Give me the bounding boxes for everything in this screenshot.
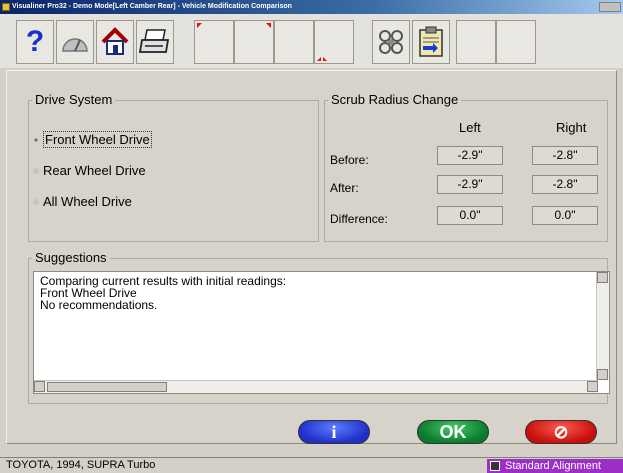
scroll-down-button[interactable] [597, 369, 608, 380]
suggestion-line: No recommendations. [40, 298, 158, 312]
ok-label: OK [439, 421, 467, 442]
marker-button-4[interactable] [314, 20, 354, 64]
radio-all-wheel-drive[interactable]: All Wheel Drive [33, 194, 132, 209]
radio-label-all: All Wheel Drive [43, 194, 132, 209]
clipboard-button[interactable] [412, 20, 450, 64]
blank-button-1[interactable] [456, 20, 496, 64]
radio-unselected-icon [33, 167, 39, 174]
clipboard-import-icon [419, 26, 443, 57]
suggestions-textarea[interactable]: Comparing current results with initial r… [33, 271, 610, 394]
info-button[interactable]: i [298, 420, 370, 444]
drive-system-title: Drive System [32, 92, 116, 107]
window-controls[interactable] [599, 2, 621, 12]
row-label-before: Before: [330, 153, 369, 167]
info-icon: i [331, 421, 337, 442]
marker-button-3[interactable] [274, 20, 314, 64]
horizontal-scroll-thumb[interactable] [47, 382, 167, 392]
before-right-value: -2.8" [532, 146, 598, 165]
after-left-value: -2.9" [437, 175, 503, 194]
home-icon [101, 27, 129, 55]
scroll-left-button[interactable] [34, 381, 45, 392]
difference-right-value: 0.0" [532, 206, 598, 225]
vertical-scrollbar[interactable] [596, 272, 609, 380]
radio-front-wheel-drive[interactable]: Front Wheel Drive [33, 131, 152, 148]
vehicle-status: TOYOTA, 1994, SUPRA Turbo [6, 459, 156, 471]
radio-label-rear: Rear Wheel Drive [43, 163, 146, 178]
scrub-radius-title: Scrub Radius Change [328, 92, 462, 107]
gauge-icon [62, 38, 88, 52]
window-titlebar: Visualiner Pro32 - Demo Mode[Left Camber… [0, 0, 623, 14]
status-bar: TOYOTA, 1994, SUPRA Turbo Standard Align… [0, 457, 623, 473]
home-button[interactable] [96, 20, 134, 64]
wheel-sensors-icon [379, 30, 403, 54]
alignment-mode-status: Standard Alignment [487, 459, 623, 473]
cancel-button[interactable]: ⊘ [525, 420, 597, 444]
marker-button-1[interactable] [194, 20, 234, 64]
column-header-left: Left [459, 120, 481, 135]
scroll-up-button[interactable] [597, 272, 608, 283]
suggestions-title: Suggestions [32, 250, 110, 265]
marker-button-2[interactable] [234, 20, 274, 64]
after-right-value: -2.8" [532, 175, 598, 194]
red-corner-marker-icon [197, 23, 202, 28]
red-corner-marker-icon [323, 57, 327, 61]
printer-icon [139, 29, 170, 53]
column-header-right: Right [556, 120, 587, 135]
app-icon [2, 3, 10, 11]
difference-left-value: 0.0" [437, 206, 503, 225]
red-corner-marker-icon [317, 57, 321, 61]
radio-unselected-icon [33, 198, 39, 205]
scrub-radius-group: Scrub Radius Change Left Right Before: -… [324, 92, 608, 242]
window-title: Visualiner Pro32 - Demo Mode[Left Camber… [12, 3, 292, 10]
scroll-right-button[interactable] [587, 381, 598, 392]
print-button[interactable] [136, 20, 174, 64]
gauge-button[interactable] [56, 20, 94, 64]
toolbar: ? [0, 14, 623, 68]
row-label-difference: Difference: [330, 212, 388, 226]
cancel-icon: ⊘ [553, 421, 569, 442]
radio-rear-wheel-drive[interactable]: Rear Wheel Drive [33, 163, 146, 178]
alignment-mode-label: Standard Alignment [505, 460, 602, 472]
radio-selected-icon [33, 136, 39, 143]
horizontal-scrollbar[interactable] [34, 380, 598, 393]
help-button[interactable]: ? [16, 20, 54, 64]
before-left-value: -2.9" [437, 146, 503, 165]
ok-button[interactable]: OK [417, 420, 489, 444]
alignment-mode-icon [490, 461, 500, 471]
drive-system-group: Drive System Front Wheel Drive Rear Whee… [28, 92, 319, 242]
row-label-after: After: [330, 181, 359, 195]
wheel-compare-button[interactable] [372, 20, 410, 64]
help-icon: ? [25, 25, 45, 58]
blank-button-2[interactable] [496, 20, 536, 64]
radio-label-front: Front Wheel Drive [43, 131, 152, 148]
red-corner-marker-icon [266, 23, 271, 28]
